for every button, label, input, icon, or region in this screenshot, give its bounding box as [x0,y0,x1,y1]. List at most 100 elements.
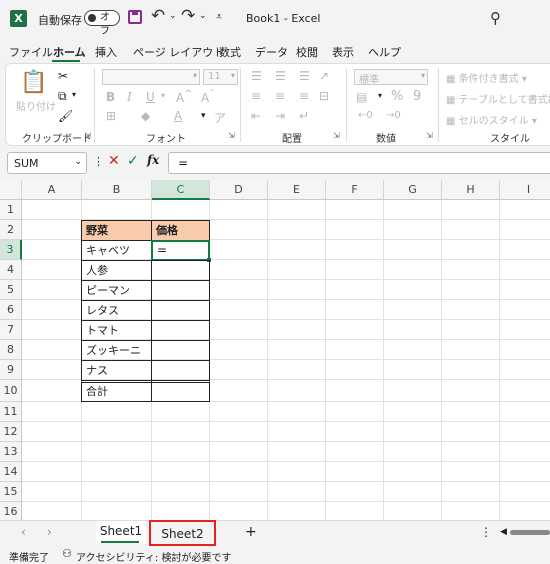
undo-dropdown-icon[interactable]: ⌄ [169,11,177,21]
horizontal-scrollbar-thumb[interactable] [510,530,550,535]
alignment-launcher-icon[interactable]: ⇲ [333,131,340,140]
cell-styles-button[interactable]: ▦ セルのスタイル ▾ [446,112,537,127]
menu-page-layout[interactable]: ページ レイアウト [133,44,224,60]
row-header-9[interactable]: 9 [0,360,22,380]
redo-dropdown-icon[interactable]: ⌄ [199,11,207,21]
menu-file[interactable]: ファイル [9,44,53,60]
row-header-11[interactable]: 11 [0,402,22,422]
column-header-e[interactable]: E [268,180,326,200]
align-center-icon[interactable]: ≡ [275,89,285,103]
autosave-toggle[interactable]: オフ [84,10,120,37]
font-color-dropdown-icon[interactable]: ▾ [201,111,206,121]
merge-center-icon[interactable]: ⊟ [319,89,329,103]
column-header-f[interactable]: F [326,180,384,200]
column-header-a[interactable]: A [22,180,82,200]
enter-icon[interactable]: ✓ [127,153,139,169]
table-row-item[interactable]: キャベツ [81,240,152,261]
percent-button[interactable]: % [391,89,403,104]
column-header-h[interactable]: H [442,180,500,200]
active-cell-c3[interactable]: = [151,240,210,261]
row-header-8[interactable]: 8 [0,340,22,360]
redo-icon[interactable]: ↷ [181,6,195,26]
row-header-3[interactable]: 3 [0,240,22,260]
cancel-icon[interactable]: ✕ [108,153,120,169]
table-header-item[interactable]: 野菜 [81,220,152,241]
menu-formulas[interactable]: 数式 [219,44,241,60]
increase-decimal-icon[interactable]: ←0 [358,110,373,121]
font-name-select[interactable]: ▾ [102,69,200,85]
row-header-14[interactable]: 14 [0,462,22,482]
row-header-16[interactable]: 16 [0,502,22,520]
row-header-13[interactable]: 13 [0,442,22,462]
clipboard-launcher-icon[interactable]: ⇲ [84,131,91,140]
row-header-1[interactable]: 1 [0,200,22,220]
row-header-4[interactable]: 4 [0,260,22,280]
search-icon[interactable]: ⚲ [490,9,501,27]
align-right-icon[interactable]: ≡ [299,89,309,103]
align-bottom-icon[interactable]: ☰ [299,69,310,83]
table-row-item[interactable]: 人参 [81,260,152,281]
paste-icon[interactable]: 📋 [20,70,47,95]
row-header-5[interactable]: 5 [0,280,22,300]
accessibility-status[interactable]: アクセシビリティ: 検討が必要です [76,549,231,564]
number-launcher-icon[interactable]: ⇲ [426,131,433,140]
scroll-left-arrow-icon[interactable]: ◀ [500,527,507,537]
table-header-price[interactable]: 価格 [151,220,210,241]
tab-scroll-left-icon[interactable]: ‹ [21,525,26,539]
menu-data[interactable]: データ [255,44,288,60]
currency-icon[interactable]: ▤ [356,90,367,104]
currency-dropdown-icon[interactable]: ▾ [378,91,382,100]
grow-font-icon[interactable]: A^ [176,89,193,105]
table-total-value[interactable] [151,380,210,402]
row-header-6[interactable]: 6 [0,300,22,320]
font-size-select[interactable]: 11 ▾ [203,69,238,85]
italic-button[interactable]: I [127,90,132,104]
menu-insert[interactable]: 挿入 [95,44,117,60]
more-options-icon[interactable]: ⋮ [93,155,104,168]
formula-input[interactable]: = [168,152,550,174]
fill-color-icon[interactable]: ◆ [141,109,150,123]
table-row-item[interactable]: ナス [81,360,152,381]
menu-help[interactable]: ヘルプ [368,44,401,60]
row-header-15[interactable]: 15 [0,482,22,502]
table-row-price[interactable] [151,360,210,381]
table-row-price[interactable] [151,320,210,341]
cut-icon[interactable]: ✂ [58,69,68,83]
table-total-label[interactable]: 合計 [81,380,152,402]
paste-label[interactable]: 貼り付け [16,98,56,113]
worksheet-grid[interactable]: A B C D E F G H I 1 2 3 4 5 6 7 8 9 10 1… [0,180,550,520]
row-header-10[interactable]: 10 [0,380,22,402]
menu-view[interactable]: 表示 [332,44,354,60]
column-header-b[interactable]: B [82,180,152,200]
select-all-corner[interactable] [0,180,22,200]
column-header-g[interactable]: G [384,180,442,200]
undo-icon[interactable]: ↶ [151,6,165,26]
row-header-12[interactable]: 12 [0,422,22,442]
format-painter-icon[interactable]: 🖌 [58,109,73,123]
decrease-indent-icon[interactable]: ⇤ [251,109,261,123]
column-header-i[interactable]: I [500,180,550,200]
table-row-item[interactable]: ピーマン [81,280,152,301]
row-header-7[interactable]: 7 [0,320,22,340]
align-top-icon[interactable]: ☰ [251,69,262,83]
customize-qat-icon[interactable]: ⩡ [216,10,222,24]
table-row-item[interactable]: トマト [81,320,152,341]
more-options-icon[interactable]: ⋮ [480,525,492,539]
add-sheet-icon[interactable]: + [245,524,257,540]
orientation-icon[interactable]: ↗ [319,69,329,83]
shrink-font-icon[interactable]: Aˇ [201,89,214,105]
insert-function-icon[interactable]: fx [147,153,159,167]
column-header-c[interactable]: C [152,180,210,200]
underline-dropdown-icon[interactable]: ▾ [161,91,165,100]
sheet-tab-sheet1[interactable]: Sheet1 [96,521,146,543]
name-box[interactable]: SUM ⌄ [7,152,87,174]
table-row-price[interactable] [151,300,210,321]
menu-home[interactable]: ホーム [53,44,86,60]
row-header-2[interactable]: 2 [0,220,22,240]
table-row-item[interactable]: ズッキーニ [81,340,152,361]
underline-button[interactable]: U [146,90,155,104]
table-row-price[interactable] [151,260,210,281]
table-row-price[interactable] [151,340,210,361]
copy-icon[interactable]: ⧉ [58,89,67,104]
wrap-text-icon[interactable]: ↵ [299,109,309,123]
